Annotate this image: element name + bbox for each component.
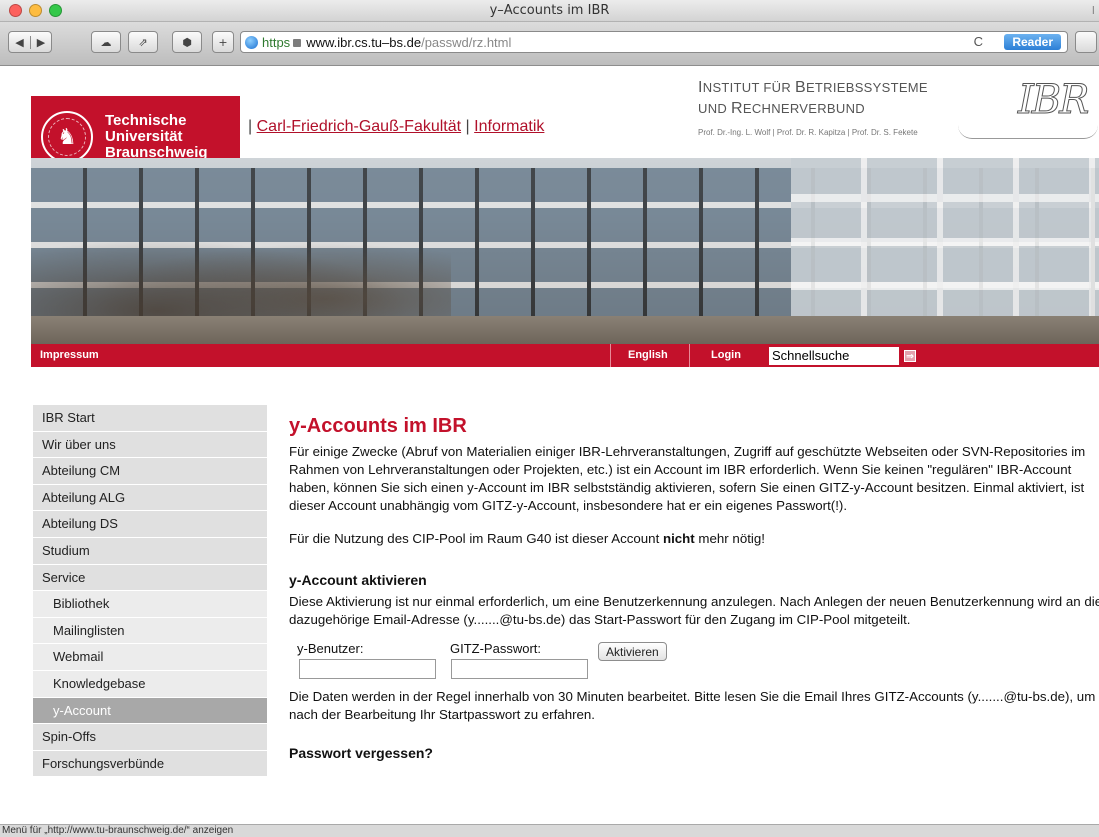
y-user-input[interactable] [299,659,436,679]
forward-arrow-icon[interactable]: ▶ [30,35,51,49]
window-title: y–Accounts im IBR [489,3,610,18]
tu-logo-line-2: Universität [105,128,183,145]
institute-initial-b: B [794,79,806,96]
url-scheme: https [262,34,291,50]
sidebar-item-ibr-start[interactable]: IBR Start [33,405,267,432]
professors-line: Prof. Dr.-Ing. L. Wolf | Prof. Dr. R. Ka… [698,128,918,137]
login-link[interactable]: Login [711,349,741,361]
activate-paragraph: Diese Aktivierung ist nur einmal erforde… [289,594,1099,627]
sidebar-item-spin-offs[interactable]: Spin-Offs [33,724,267,751]
faculty-breadcrumb: | Carl-Friedrich-Gauß-Fakultät | Informa… [248,118,544,136]
sidebar-nav: IBR Start Wir über uns Abteilung CM Abte… [33,405,267,778]
sidebar-item-mailinglisten[interactable]: Mailinglisten [33,617,267,645]
divider [610,344,611,367]
gitz-password-input[interactable] [451,659,588,679]
divider [689,344,690,367]
url-path: /passwd/rz.html [421,34,512,50]
sidebar-item-knowledgebase[interactable]: Knowledgebase [33,670,267,698]
processing-paragraph: Die Daten werden in der Regel innerhalb … [289,689,1096,722]
shield-icon: ⬢ [182,35,192,49]
back-forward-buttons: ◀ ▶ [8,31,52,53]
window-controls [9,4,62,17]
informatik-link[interactable]: Informatik [474,118,544,135]
sidebar-item-abteilung-cm[interactable]: Abteilung CM [33,458,267,485]
tu-logo-line-1: Technische [105,112,187,129]
cip-pool-note: Für die Nutzung des CIP-Pool im Raum G40… [289,530,1099,548]
cloud-icon: ☁ [100,35,112,49]
extension-button[interactable]: ⬢ [172,31,202,53]
forgot-password-heading: Passwort vergessen? [289,745,433,761]
impressum-link[interactable]: Impressum [40,349,99,361]
sidebar-item-wir-ueber-uns[interactable]: Wir über uns [33,431,267,459]
english-link[interactable]: English [628,349,668,361]
sidebar-item-forschungsverbuende[interactable]: Forschungsverbünde [33,750,267,778]
new-tab-button[interactable]: + [212,31,234,53]
header-banner-image [31,158,1099,346]
intro-paragraph: Für einige Zwecke (Abruf von Materialien… [289,444,1086,513]
web-page: ♞ Technische Universität Braunschweig | … [0,67,1099,824]
activate-button[interactable]: Aktivieren [598,642,667,661]
back-arrow-icon[interactable]: ◀ [9,36,30,49]
cip-note-text: Für die Nutzung des CIP-Pool im Raum G40… [289,531,663,546]
quick-search-input[interactable]: Schnellsuche [769,347,899,365]
banner-ground [31,316,1099,346]
url-host: www.ibr.cs.tu–bs.de [306,34,422,50]
globe-icon [245,35,258,49]
institute-text-3: UND [698,101,731,116]
ibr-logo[interactable]: IBR [1017,77,1089,124]
sidebar-item-y-account[interactable]: y-Account [33,697,267,725]
minimize-window-button[interactable] [29,4,42,17]
institute-text-4: ECHNERVERBUND [742,101,865,116]
lion-seal-icon: ♞ [41,111,93,163]
sidebar-item-abteilung-ds[interactable]: Abteilung DS [33,511,267,538]
institute-text-1: NSTITUT FÜR [702,80,795,95]
window-titlebar: y–Accounts im IBR I [0,0,1099,22]
institute-name-line-2: UND RECHNERVERBUND [698,100,928,118]
downloads-icon[interactable] [1075,31,1097,53]
institute-name-line-1: INSTITUT FÜR BETRIEBSSYSTEME [698,79,928,97]
icloud-tabs-button[interactable]: ☁ [91,31,121,53]
address-bar[interactable]: https www.ibr.cs.tu–bs.de /passwd/rz.htm… [240,31,1068,53]
share-button[interactable]: ⇗ [128,31,158,53]
tu-logo-text: Technische Universität Braunschweig [105,113,208,161]
browser-toolbar: ◀ ▶ ☁ ⇗ ⬢ + https www.ibr.cs.tu–bs.de /p… [0,22,1099,66]
status-bar: Menü für „http://www.tu-braunschweig.de/… [0,824,1099,837]
faculty-link[interactable]: Carl-Friedrich-Gauß-Fakultät [257,118,461,135]
reload-icon[interactable]: C [974,34,983,49]
gitz-password-label: GITZ-Passwort: [450,641,542,656]
ibr-logo-swoosh [958,125,1098,139]
lock-icon [293,39,302,47]
plus-icon: + [218,35,228,49]
institute-text-2: ETRIEBSSYSTEME [805,80,928,95]
sidebar-item-bibliothek[interactable]: Bibliothek [33,591,267,618]
breadcrumb-separator: | [465,118,470,135]
page-title: y-Accounts im IBR [289,415,467,437]
reader-button[interactable]: Reader [1004,34,1061,50]
utility-bar: Impressum English Login Schnellsuche ⇒ [31,344,1099,367]
breadcrumb-separator: | [248,118,253,135]
activate-heading: y-Account aktivieren [289,572,427,588]
sidebar-item-studium[interactable]: Studium [33,537,267,565]
share-icon: ⇗ [138,35,148,49]
cip-note-emphasis: nicht [662,531,695,546]
sidebar-item-abteilung-alg[interactable]: Abteilung ALG [33,484,267,512]
search-go-icon[interactable]: ⇒ [904,350,916,362]
cip-note-text-end: mehr nötig! [694,531,765,546]
y-user-label: y-Benutzer: [297,641,364,656]
zoom-window-button[interactable] [49,4,62,17]
activation-form: y-Benutzer: GITZ-Passwort: Aktivieren [289,640,1099,682]
close-window-button[interactable] [9,4,22,17]
window-title-right: I [1091,4,1095,17]
sidebar-item-service[interactable]: Service [33,564,267,592]
main-content: y-Accounts im IBR Für einige Zwecke (Abr… [289,415,1099,766]
institute-initial-r: R [730,100,743,117]
sidebar-item-webmail[interactable]: Webmail [33,644,267,671]
institute-header: INSTITUT FÜR BETRIEBSSYSTEME UND RECHNER… [698,79,928,137]
